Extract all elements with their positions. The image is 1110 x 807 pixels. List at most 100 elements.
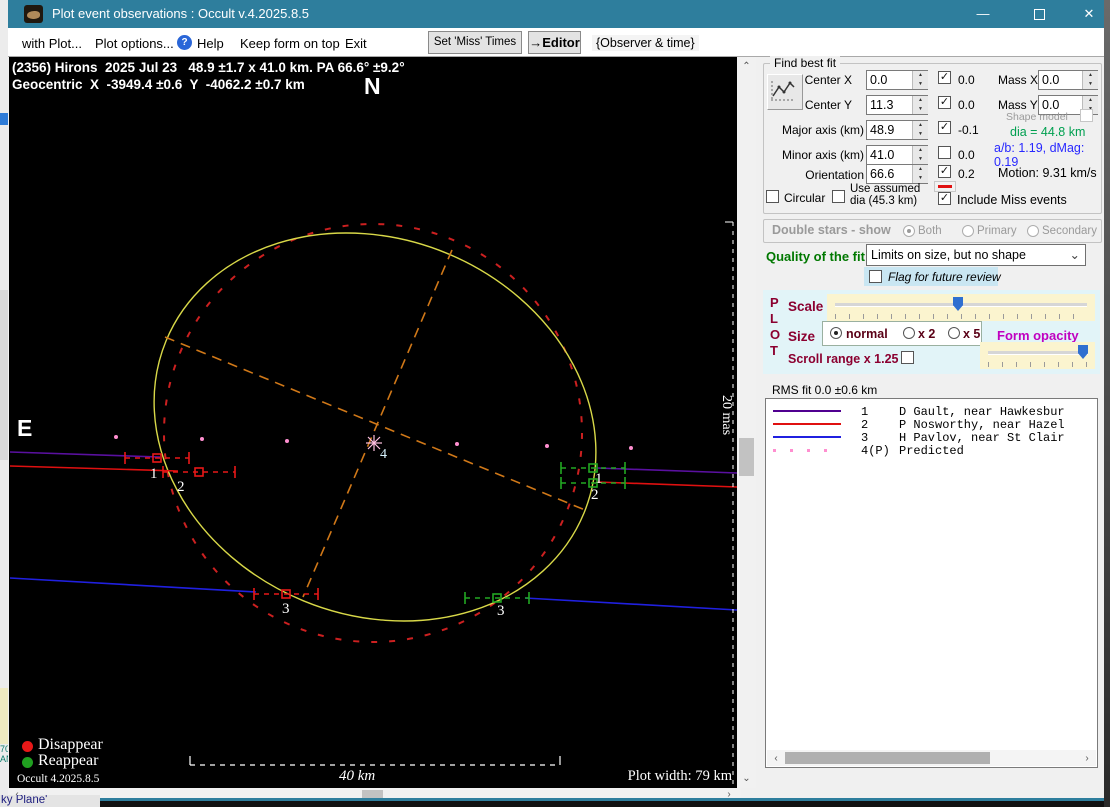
observer-row[interactable]: 2 P Nosworthy, near Hazel <box>766 418 1097 432</box>
observer-number: 2 <box>861 418 869 432</box>
scroll-range-checkbox[interactable] <box>901 351 914 364</box>
app-window: 70 AN Plot event observations : Occult v… <box>0 0 1110 807</box>
spin-down-button[interactable]: ▼ <box>912 174 928 183</box>
vertical-scroll-thumb[interactable] <box>739 438 754 476</box>
plot-vertical-scrollbar[interactable]: ⌃ ⌄ <box>737 57 756 788</box>
menu-keep-on-top[interactable]: Keep form on top <box>240 36 340 51</box>
size-x5-radio[interactable] <box>948 327 960 339</box>
scroll-up-arrow[interactable]: ⌃ <box>737 59 756 74</box>
double-secondary-radio[interactable] <box>1027 225 1039 237</box>
orientation-residual: 0.2 <box>958 167 975 181</box>
flag-review-checkbox[interactable] <box>869 270 882 283</box>
double-both-label: Both <box>918 225 942 237</box>
svg-text:2: 2 <box>591 487 599 503</box>
shape-model-checkbox[interactable] <box>1080 109 1093 122</box>
observer-listbox[interactable]: 1 D Gault, near Hawkesbur 2 P Nosworthy,… <box>765 398 1098 768</box>
minimize-button[interactable]: — <box>960 0 1006 28</box>
size-x5-label: x 5 <box>963 327 981 341</box>
menu-help[interactable]: Help <box>197 36 224 51</box>
center-y-fit-checkbox[interactable]: ✓ <box>938 96 951 109</box>
scale-bar <box>189 756 561 766</box>
reappear-legend-label: Reappear <box>38 752 99 769</box>
observer-name: P Nosworthy, near Hazel <box>899 418 1065 432</box>
list-scroll-left-arrow[interactable]: ‹ <box>769 751 783 766</box>
double-primary-radio[interactable] <box>962 225 974 237</box>
spinner-arrows: ▲▼ <box>912 146 928 164</box>
observer-row[interactable]: 4(P) Predicted <box>766 444 1097 458</box>
minor-axis-fit-checkbox[interactable] <box>938 146 951 159</box>
reappear-legend-dot <box>22 757 33 768</box>
list-scroll-thumb[interactable] <box>785 752 990 764</box>
minor-axis-value: 41.0 <box>870 148 895 162</box>
major-axis-label: Major axis (km) <box>781 123 864 137</box>
screen-right-edge <box>1104 0 1110 807</box>
spin-down-button[interactable]: ▼ <box>912 105 928 114</box>
major-axis-residual: -0.1 <box>958 123 979 137</box>
mass-y-value: 0.0 <box>1042 98 1060 112</box>
window-title: Plot event observations : Occult v.4.202… <box>52 6 310 21</box>
plot-letter-t: T <box>770 343 778 358</box>
assumed-diameter-circle <box>163 223 583 643</box>
list-scroll-right-arrow[interactable]: › <box>1080 751 1094 766</box>
set-miss-times-button[interactable]: Set 'Miss' Times <box>428 31 522 54</box>
orientation-spinner[interactable]: 66.6 ▲ ▼ <box>866 164 928 184</box>
observer-row[interactable]: 1 D Gault, near Hawkesbur <box>766 405 1097 419</box>
scale-slider[interactable] <box>827 294 1095 321</box>
spin-down-button[interactable]: ▼ <box>912 80 928 89</box>
double-both-radio[interactable] <box>903 225 915 237</box>
spinner-arrows: ▲▼ <box>1082 71 1098 89</box>
size-normal-radio[interactable] <box>830 327 842 339</box>
svg-text:3: 3 <box>497 603 505 619</box>
reappear-marker-1 <box>560 462 626 474</box>
major-axis-value: 48.9 <box>870 123 895 137</box>
spin-down-button[interactable]: ▼ <box>912 155 928 164</box>
use-assumed-checkbox[interactable] <box>832 190 845 203</box>
spin-down-button[interactable]: ▼ <box>1082 80 1098 89</box>
spinner-arrows: ▲▼ <box>912 121 928 139</box>
minor-axis-line <box>302 249 453 598</box>
editor-button[interactable]: →Editor <box>528 31 581 54</box>
circular-checkbox[interactable] <box>766 190 779 203</box>
disappear-legend-dot <box>22 741 33 752</box>
maximize-button[interactable] <box>1034 9 1045 20</box>
quality-value: Limits on size, but no shape <box>871 248 1026 262</box>
scale-slider-thumb[interactable] <box>953 297 963 311</box>
svg-text:3: 3 <box>282 601 290 617</box>
center-x-fit-checkbox[interactable]: ✓ <box>938 71 951 84</box>
quality-select[interactable]: Limits on size, but no shape ⌄ <box>866 244 1086 266</box>
app-icon <box>24 5 43 23</box>
center-x-spinner[interactable]: 0.0 ▲ ▼ <box>866 70 928 90</box>
form-opacity-slider[interactable] <box>980 342 1095 369</box>
observer-time-label: {Observer & time} <box>592 35 699 51</box>
menu-with-plot[interactable]: with Plot... <box>22 36 82 51</box>
list-horizontal-scrollbar[interactable]: ‹ › <box>767 750 1096 766</box>
mass-x-spinner[interactable]: 0.0 ▲ ▼ <box>1038 70 1098 90</box>
spin-down-button[interactable]: ▼ <box>912 130 928 139</box>
opacity-slider-thumb[interactable] <box>1078 345 1088 359</box>
major-axis-spinner[interactable]: 48.9 ▲ ▼ <box>866 120 928 140</box>
minor-axis-spinner[interactable]: 41.0 ▲ ▼ <box>866 145 928 165</box>
opacity-slider-track[interactable] <box>988 351 1088 355</box>
scroll-down-arrow[interactable]: ⌄ <box>737 771 756 786</box>
plot-canvas[interactable]: 4 1 2 3 1 2 3 20 mas (2356) Hirons 2025 … <box>9 57 737 788</box>
motion-info: Motion: 9.31 km/s <box>998 166 1097 180</box>
orientation-label: Orientation <box>805 168 864 182</box>
center-y-spinner[interactable]: 11.3 ▲ ▼ <box>866 95 928 115</box>
menu-exit[interactable]: Exit <box>345 36 367 51</box>
plot-letter-p: P <box>770 295 779 310</box>
menu-plot-options[interactable]: Plot options... <box>95 36 174 51</box>
flag-review-label: Flag for future review <box>888 270 1001 284</box>
major-axis-fit-checkbox[interactable]: ✓ <box>938 121 951 134</box>
fitted-ellipse <box>153 232 597 622</box>
size-x2-radio[interactable] <box>903 327 915 339</box>
observer-number: 1 <box>861 405 869 419</box>
include-miss-label: Include Miss events <box>957 193 1067 207</box>
center-x-residual: 0.0 <box>958 73 975 87</box>
include-miss-checkbox[interactable]: ✓ <box>938 192 951 205</box>
orientation-fit-checkbox[interactable]: ✓ <box>938 165 951 178</box>
disappear-marker-2 <box>162 466 236 478</box>
plot-title-line1: (2356) Hirons 2025 Jul 23 48.9 ±1.7 x 41… <box>12 60 405 75</box>
predicted-label: 4 <box>380 447 387 462</box>
quality-label: Quality of the fit <box>766 249 865 264</box>
observer-row[interactable]: 3 H Pavlov, near St Clair <box>766 431 1097 445</box>
